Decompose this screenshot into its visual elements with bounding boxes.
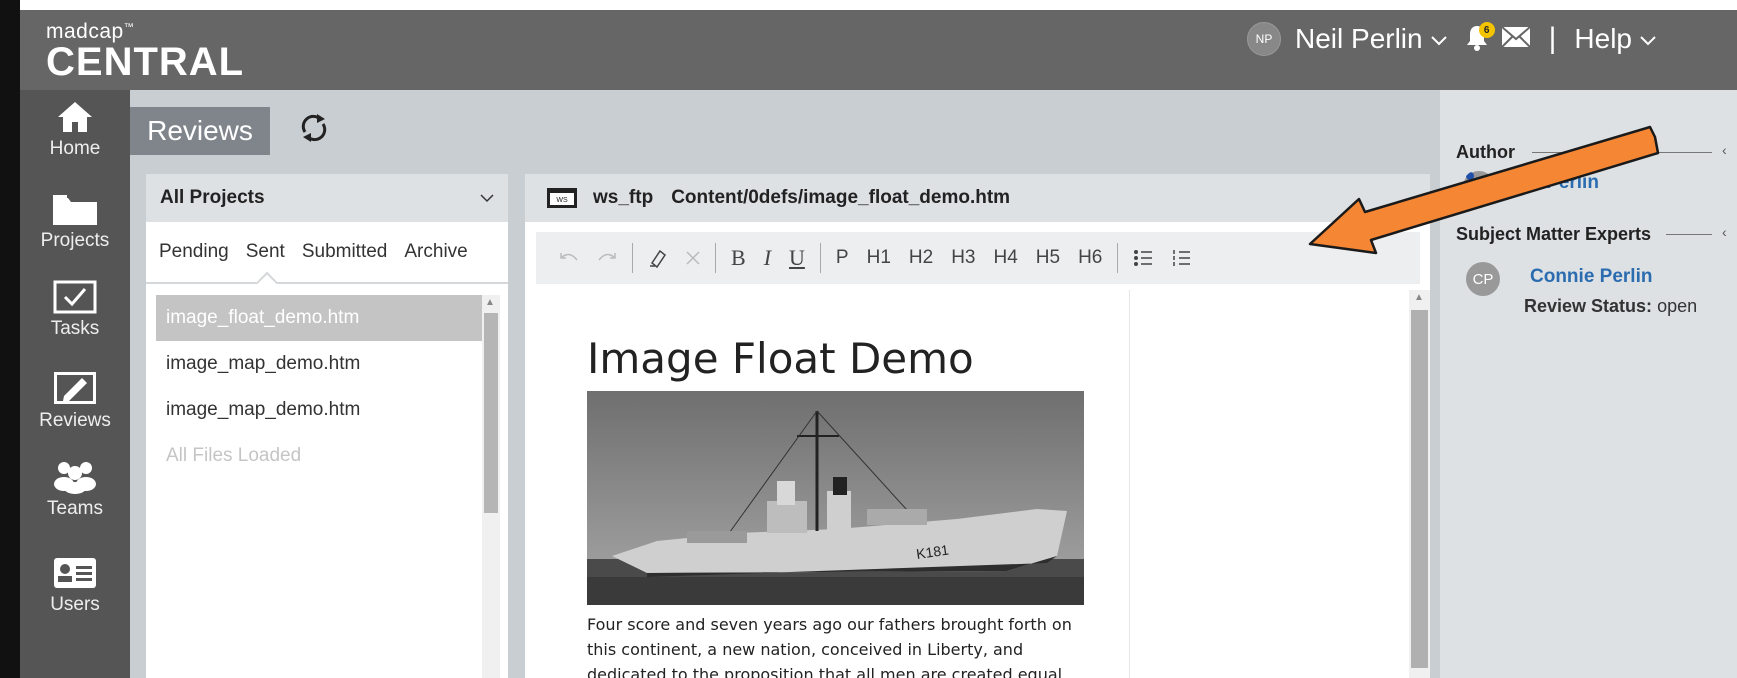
reviews-tab[interactable]: Reviews <box>130 107 270 155</box>
file-item[interactable]: image_map_demo.htm <box>156 341 482 387</box>
project-filter-dropdown[interactable]: All Projects <box>146 174 508 222</box>
divider <box>1666 234 1712 235</box>
heading-4-button[interactable]: H4 <box>984 232 1026 284</box>
bold-button[interactable]: B <box>722 232 755 284</box>
file-list-scrollbar[interactable]: ▲ <box>482 295 500 678</box>
left-nav: Home Projects Tasks Reviews Teams Users <box>20 90 130 678</box>
chevron-down-icon <box>480 193 494 202</box>
toolbar-divider <box>632 243 633 273</box>
tab-archive[interactable]: Archive <box>404 241 467 263</box>
ship-photo: K181 <box>587 391 1084 605</box>
logo-wordmark[interactable]: CENTRAL <box>46 40 244 85</box>
tab-sent[interactable]: Sent <box>246 241 285 263</box>
help-chevron-down-icon[interactable] <box>1640 29 1656 52</box>
scroll-thumb[interactable] <box>1411 310 1428 668</box>
toolbar-divider <box>715 243 716 273</box>
annotation-arrow <box>1308 125 1660 255</box>
highlighter-icon <box>650 249 667 268</box>
files-loaded-status: All Files Loaded <box>166 445 302 466</box>
file-item[interactable]: image_float_demo.htm <box>156 295 482 341</box>
notifications-button[interactable]: 6 <box>1465 22 1495 54</box>
document-title: Image Float Demo <box>587 334 974 383</box>
folder-icon <box>53 195 97 225</box>
scroll-thumb[interactable] <box>484 313 498 513</box>
review-pen-icon <box>54 372 96 404</box>
file-path: Content/0defs/image_float_demo.htm <box>671 187 1011 208</box>
checkbox-icon <box>53 280 97 314</box>
close-icon <box>686 251 700 265</box>
tab-submitted[interactable]: Submitted <box>302 241 388 263</box>
file-item[interactable]: image_map_demo.htm <box>156 387 482 433</box>
window-edge <box>0 0 20 678</box>
team-icon <box>54 462 96 494</box>
user-name-menu[interactable]: Neil Perlin <box>1295 23 1423 55</box>
nav-teams[interactable]: Teams <box>20 460 130 520</box>
document-scrollbar[interactable]: ▲ <box>1409 290 1430 678</box>
tab-pending[interactable]: Pending <box>159 241 229 263</box>
collapse-chevron-icon[interactable]: ‹ <box>1722 142 1727 158</box>
heading-5-button[interactable]: H5 <box>1027 232 1069 284</box>
file-list: image_float_demo.htm image_map_demo.htm … <box>156 295 482 479</box>
scroll-up-icon[interactable]: ▲ <box>485 297 495 308</box>
nav-tasks[interactable]: Tasks <box>20 280 130 340</box>
scroll-up-icon[interactable]: ▲ <box>1414 292 1424 303</box>
nav-projects[interactable]: Projects <box>20 194 130 252</box>
numbered-list-button[interactable] <box>1162 232 1200 284</box>
mail-icon[interactable] <box>1500 25 1531 53</box>
bulleted-list-button[interactable] <box>1124 232 1162 284</box>
underline-button[interactable]: U <box>780 232 814 284</box>
selected-tab-indicator <box>255 271 279 295</box>
toolbar-divider <box>819 243 821 273</box>
document-body-text: Four score and seven years ago our fathe… <box>587 615 1072 678</box>
clear-format-button[interactable] <box>677 232 709 284</box>
help-menu[interactable]: Help <box>1574 23 1632 55</box>
numbered-list-icon <box>1173 250 1191 266</box>
undo-icon <box>560 253 578 261</box>
notification-count-badge: 6 <box>1478 22 1495 38</box>
bulleted-list-icon <box>1134 250 1153 266</box>
redo-button[interactable] <box>588 232 626 284</box>
heading-2-button[interactable]: H2 <box>900 232 942 284</box>
header-divider: | <box>1548 22 1557 55</box>
collapse-chevron-icon[interactable]: ‹ <box>1722 224 1727 240</box>
document-content[interactable]: Image Float Demo K181 Four score and sev… <box>536 290 1130 678</box>
status-tabs: Pending Sent Submitted Archive <box>146 222 508 295</box>
heading-3-button[interactable]: H3 <box>942 232 984 284</box>
nav-home[interactable]: Home <box>20 100 130 160</box>
review-status: Review Status: open <box>1524 296 1698 316</box>
id-card-icon <box>54 558 96 588</box>
refresh-icon[interactable] <box>298 112 330 144</box>
home-icon <box>58 102 92 132</box>
highlight-button[interactable] <box>639 232 677 284</box>
project-name: ws_ftp <box>593 187 654 208</box>
user-area: NP Neil Perlin 6 | Help <box>1247 22 1656 56</box>
undo-button[interactable] <box>550 232 588 284</box>
italic-button[interactable]: I <box>755 232 780 284</box>
nav-reviews[interactable]: Reviews <box>20 370 130 432</box>
redo-icon <box>598 253 616 261</box>
chevron-down-icon[interactable] <box>1430 29 1447 52</box>
heading-1-button[interactable]: H1 <box>858 232 900 284</box>
project-icon: WS <box>547 188 577 208</box>
svg-text:WS: WS <box>556 197 568 204</box>
heading-6-button[interactable]: H6 <box>1069 232 1111 284</box>
user-avatar[interactable]: NP <box>1247 22 1281 56</box>
nav-users[interactable]: Users <box>20 556 130 616</box>
paragraph-button[interactable]: P <box>827 232 858 284</box>
toolbar-divider <box>1117 243 1119 273</box>
